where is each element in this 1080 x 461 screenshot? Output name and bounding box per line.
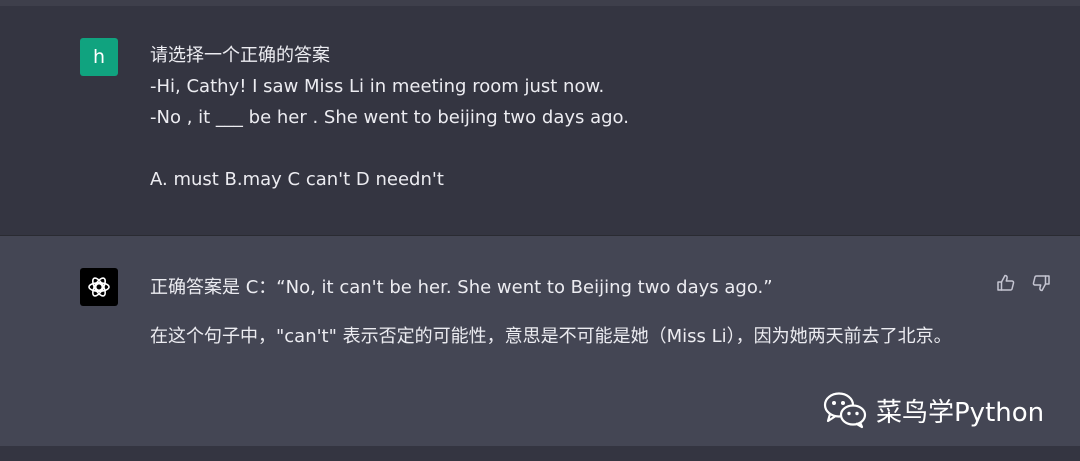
watermark-text: 菜鸟学Python: [876, 397, 1045, 428]
user-message-line: -No , it ___ be her . She went to beijin…: [150, 107, 629, 128]
wechat-icon: [823, 392, 867, 429]
watermark: 菜鸟学Python: [822, 388, 1044, 432]
thumbs-up-icon[interactable]: [995, 272, 1017, 294]
user-message-line: -Hi, Cathy! I saw Miss Li in meeting roo…: [150, 76, 605, 97]
user-avatar: h: [80, 38, 118, 76]
bottom-divider: [0, 446, 1080, 461]
user-message-row: h 请选择一个正确的答案 -Hi, Cathy! I saw Miss Li i…: [0, 6, 1080, 236]
assistant-answer-paragraph: 正确答案是 C：“No, it can't be her. She went t…: [150, 277, 773, 298]
thumbs-down-icon[interactable]: [1030, 272, 1052, 294]
assistant-message-text: 正确答案是 C：“No, it can't be her. She went t…: [150, 272, 980, 352]
user-message-line: 请选择一个正确的答案: [150, 45, 330, 66]
openai-logo-icon: [80, 268, 118, 306]
assistant-explanation-paragraph: 在这个句子中，"can't" 表示否定的可能性，意思是不可能是她（Miss Li…: [150, 326, 952, 347]
user-message-text: 请选择一个正确的答案 -Hi, Cathy! I saw Miss Li in …: [150, 40, 970, 195]
user-message-line: A. must B.may C can't D needn't: [150, 169, 444, 190]
